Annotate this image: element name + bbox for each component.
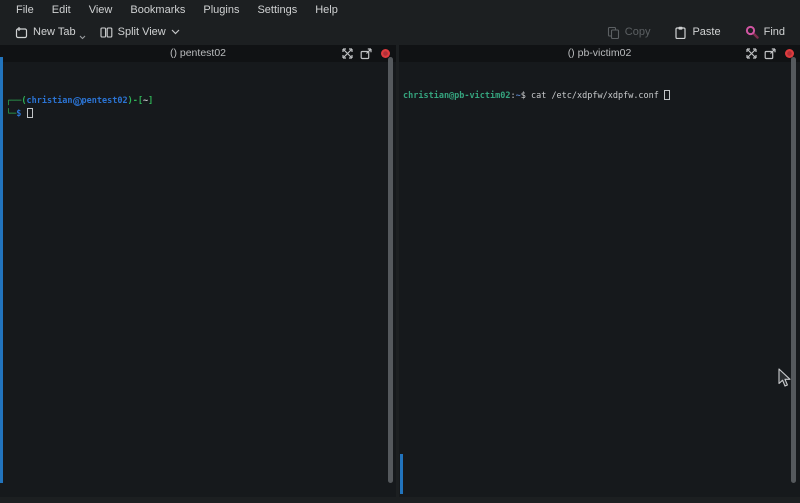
scroll-highlight-bar bbox=[400, 454, 403, 494]
paste-label: Paste bbox=[692, 26, 720, 38]
terminal-screen[interactable]: ┌──(christian@pentest02)-[~]└─$ bbox=[0, 62, 396, 497]
scroll-highlight-bar bbox=[0, 57, 3, 483]
menu-file[interactable]: File bbox=[8, 2, 42, 18]
maximize-view-icon[interactable] bbox=[745, 48, 757, 60]
new-tab-button[interactable]: New Tab bbox=[8, 23, 93, 42]
vertical-scrollbar[interactable] bbox=[791, 57, 796, 483]
terminal-line: christian@pb-victim02:~$ cat /etc/xdpfw/… bbox=[403, 90, 790, 103]
copy-icon bbox=[607, 26, 620, 39]
terminal-line: ┌──(christian@pentest02)-[~] bbox=[6, 95, 386, 108]
terminal-output: christian@pb-victim02:~$ cat /etc/xdpfw/… bbox=[403, 90, 790, 103]
pane-header[interactable]: () pentest02 bbox=[0, 45, 396, 62]
find-button[interactable]: Find bbox=[738, 22, 792, 42]
menu-settings[interactable]: Settings bbox=[249, 2, 305, 18]
detach-tab-icon[interactable] bbox=[360, 48, 372, 60]
copy-button[interactable]: Copy bbox=[600, 23, 658, 42]
new-tab-icon bbox=[15, 26, 28, 39]
find-icon bbox=[745, 25, 759, 39]
pane-title: () pentest02 bbox=[0, 45, 396, 62]
paste-button[interactable]: Paste bbox=[667, 23, 727, 42]
terminal-cursor bbox=[27, 108, 33, 118]
menu-edit[interactable]: Edit bbox=[44, 2, 79, 18]
menu-help[interactable]: Help bbox=[307, 2, 346, 18]
pane-header[interactable]: () pb-victim02 bbox=[399, 45, 800, 62]
konsole-window: File Edit View Bookmarks Plugins Setting… bbox=[0, 0, 800, 503]
copy-label: Copy bbox=[625, 26, 651, 38]
menu-view[interactable]: View bbox=[81, 2, 121, 18]
find-label: Find bbox=[764, 26, 785, 38]
kali-at-symbol: @ bbox=[73, 97, 82, 106]
split-view-label: Split View bbox=[118, 26, 166, 38]
terminal-pane-pb-victim02: () pb-victim02 bbox=[399, 45, 800, 497]
split-view-area: () pentest02 bbox=[0, 45, 800, 497]
menu-plugins[interactable]: Plugins bbox=[195, 2, 247, 18]
new-tab-dropdown-caret bbox=[79, 35, 86, 40]
terminal-cursor bbox=[664, 90, 670, 100]
terminal-screen[interactable]: christian@pb-victim02:~$ cat /etc/xdpfw/… bbox=[399, 62, 800, 497]
pane-header-icons bbox=[745, 45, 795, 62]
split-view-button[interactable]: Split View bbox=[93, 23, 187, 42]
vertical-scrollbar[interactable] bbox=[388, 57, 393, 483]
split-view-chevron-icon bbox=[171, 29, 180, 35]
menu-bar: File Edit View Bookmarks Plugins Setting… bbox=[0, 0, 800, 19]
toolbar-right-group: Copy Paste Find bbox=[600, 22, 792, 42]
terminal-pane-pentest02: () pentest02 bbox=[0, 45, 396, 497]
paste-icon bbox=[674, 26, 687, 39]
maximize-view-icon[interactable] bbox=[341, 48, 353, 60]
split-view-icon bbox=[100, 26, 113, 39]
terminal-output: ┌──(christian@pentest02)-[~]└─$ bbox=[6, 95, 386, 121]
terminal-line: └─$ bbox=[6, 108, 386, 121]
pane-title: () pb-victim02 bbox=[399, 45, 800, 62]
menu-bookmarks[interactable]: Bookmarks bbox=[122, 2, 193, 18]
toolbar: New Tab Split View bbox=[0, 19, 800, 45]
new-tab-label: New Tab bbox=[33, 26, 76, 38]
pane-header-icons bbox=[341, 45, 391, 62]
mouse-pointer-icon bbox=[778, 368, 792, 393]
detach-tab-icon[interactable] bbox=[764, 48, 776, 60]
